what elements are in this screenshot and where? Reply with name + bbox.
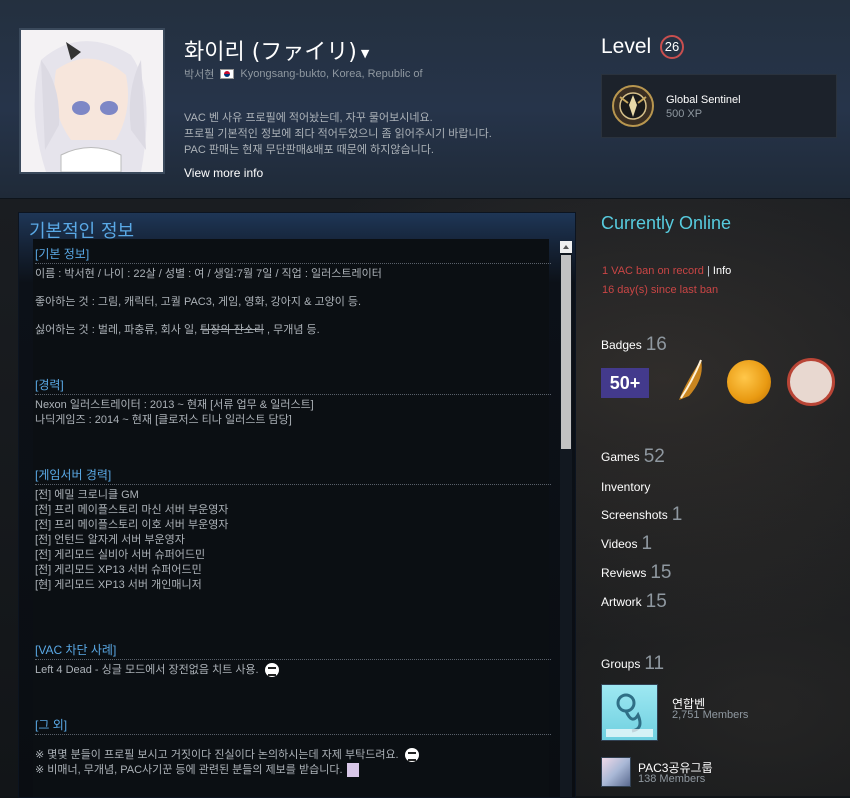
career-line: Nexon 일러스트레이터 : 2013 ~ 현재 [서류 업무 & 일러스트]	[35, 399, 314, 411]
info-showcase: 기본적인 정보 [기본 정보] 이름 : 박서현 / 나이 : 22살 / 성별…	[18, 212, 576, 798]
group-avatar[interactable]	[601, 757, 631, 787]
badges-count: 16	[645, 334, 667, 355]
realname-location: 박서현 Kyongsang-bukto, Korea, Republic of	[184, 66, 423, 82]
artwork-count: 15	[645, 591, 667, 612]
location: Kyongsang-bukto, Korea, Republic of	[240, 68, 423, 80]
note-text: ※ 몇몇 분들이 프로필 보시고 거짓이다 진실이다 논의하시는데 자제 부탁드…	[35, 749, 399, 761]
games-link[interactable]: Games 52	[601, 446, 665, 468]
scrollbar-thumb[interactable]	[561, 255, 571, 449]
badges-link[interactable]: Badges 16	[601, 334, 667, 356]
groups-count: 11	[644, 653, 665, 674]
reviews-link[interactable]: Reviews 15	[601, 562, 672, 584]
reviews-count: 15	[650, 562, 672, 583]
screenshots-link[interactable]: Screenshots 1	[601, 504, 682, 526]
level-badge[interactable]: 26	[660, 35, 684, 59]
korea-flag-icon	[220, 69, 235, 79]
persona-name-text: 화이리 (ファイリ)	[184, 40, 357, 65]
chevron-down-icon[interactable]: ▼	[361, 47, 369, 60]
videos-link[interactable]: Videos 1	[601, 533, 652, 555]
online-status: Currently Online	[601, 213, 732, 233]
scroll-up-arrow-icon[interactable]	[560, 241, 572, 253]
group-members: 2,751 Members	[672, 709, 749, 721]
character-badge-icon[interactable]	[787, 358, 835, 406]
artwork-label: Artwork	[601, 595, 642, 609]
info-line: 이름 : 박서현 / 나이 : 22살 / 성별 : 여 / 생일:7월 7일 …	[35, 268, 382, 280]
vac-ban-since: 16 day(s) since last ban	[602, 284, 719, 296]
favorite-badge-xp: 500 XP	[666, 108, 703, 120]
games-count: 52	[643, 446, 665, 467]
note-text: ※ 비매너, 무개념, PAC사기꾼 등에 관련된 분들의 제보를 받습니다.	[35, 764, 343, 776]
persona-name[interactable]: 화이리 (ファイリ) ▼	[184, 34, 369, 66]
view-more-info-link[interactable]: View more info	[184, 166, 263, 180]
orange-badge-icon[interactable]	[727, 360, 771, 404]
profile-summary: VAC 벤 사유 프로필에 적어놨는데, 자꾸 물어보시네요. 프로필 기본적인…	[184, 110, 564, 158]
screenshots-label: Screenshots	[601, 508, 668, 522]
showcase-scrollbar[interactable]	[560, 241, 572, 797]
real-name: 박서현	[184, 69, 215, 81]
videos-label: Videos	[601, 537, 638, 551]
games-label: Games	[601, 450, 640, 464]
vac-ban-record: 1 VAC ban on record | Info	[602, 265, 731, 277]
dislikes-text: 싫어하는 것 : 벌레, 파충류, 회사 일,	[35, 324, 198, 336]
server-line: [전] 프리 메이플스토리 이호 서버 부운영자	[35, 519, 229, 531]
level-label: Level	[601, 35, 652, 58]
groups-link[interactable]: Groups 11	[601, 653, 664, 675]
global-sentinel-badge-icon	[612, 85, 654, 127]
vac-info-link[interactable]: Info	[713, 265, 731, 277]
server-line: [전] 프리 메이플스토리 마신 서버 부운영자	[35, 504, 229, 516]
group-logo-icon	[606, 693, 653, 737]
summary-line: PAC 판매는 현재 무단판매&배포 때문에 하지않습니다.	[184, 144, 434, 156]
vac-case-text: Left 4 Dead - 싱글 모드에서 장전없음 치트 사용.	[35, 664, 259, 676]
badges-label: Badges	[601, 338, 642, 352]
favorite-badge[interactable]: Global Sentinel 500 XP	[601, 74, 837, 138]
vac-case-line: Left 4 Dead - 싱글 모드에서 장전없음 치트 사용.	[35, 663, 551, 678]
career-line: 나딕게임즈 : 2014 ~ 현재 [클로저스 티나 일러스트 담당]	[35, 414, 292, 426]
section-heading: [그 외]	[35, 718, 551, 735]
server-line: [현] 게리모드 XP13 서버 개인매니저	[35, 579, 202, 591]
server-line: [전] 에밀 크로니클 GM	[35, 489, 139, 501]
profile-header: 화이리 (ファイリ) ▼ 박서현 Kyongsang-bukto, Korea, …	[0, 0, 850, 199]
server-line: [전] 게리모드 XP13 서버 슈퍼어드민	[35, 564, 202, 576]
summary-line: VAC 벤 사유 프로필에 적어놨는데, 자꾸 물어보시네요.	[184, 112, 433, 124]
group-members: 138 Members	[638, 773, 706, 785]
note-line: ※ 몇몇 분들이 프로필 보시고 거짓이다 진실이다 논의하시는데 자제 부탁드…	[35, 748, 551, 763]
section-heading: [VAC 차단 사례]	[35, 643, 551, 660]
emoticon-icon	[264, 663, 279, 678]
showcase-content: [기본 정보] 이름 : 박서현 / 나이 : 22살 / 성별 : 여 / 생…	[35, 247, 551, 778]
feather-badge-icon[interactable]	[675, 358, 707, 402]
info-line: 좋아하는 것 : 그림, 캐릭터, 고퀄 PAC3, 게임, 영화, 강아지 &…	[35, 296, 362, 308]
reviews-label: Reviews	[601, 566, 647, 580]
emoticon-icon	[404, 748, 419, 763]
videos-count: 1	[641, 533, 653, 554]
section-heading: [게임서버 경력]	[35, 468, 551, 485]
badge-50-plus[interactable]: 50+	[601, 368, 649, 398]
artwork-link[interactable]: Artwork 15	[601, 591, 667, 613]
server-line: [전] 게리모드 실비아 서버 슈퍼어드민	[35, 549, 206, 561]
screenshots-count: 1	[671, 504, 683, 525]
favorite-badge-name: Global Sentinel	[666, 94, 741, 106]
note-line: ※ 비매너, 무개념, PAC사기꾼 등에 관련된 분들의 제보를 받습니다.	[35, 763, 551, 778]
info-line: 싫어하는 것 : 벌레, 파충류, 회사 일, 팀장의 잔소리 , 무개념 등.	[35, 323, 551, 338]
struck-text: 팀장의 잔소리	[200, 324, 264, 336]
inventory-link[interactable]: Inventory	[601, 480, 650, 494]
separator: |	[706, 265, 710, 277]
group-avatar[interactable]	[601, 684, 658, 741]
vac-ban-text: 1 VAC ban on record	[602, 265, 704, 277]
section-heading: [기본 정보]	[35, 247, 551, 264]
server-line: [전] 언턴드 알자게 서버 부운영자	[35, 534, 185, 546]
summary-line: 프로필 기본적인 정보에 죄다 적어두었으니 좀 읽어주시기 바랍니다.	[184, 128, 492, 140]
groups-label: Groups	[601, 657, 641, 671]
profile-avatar[interactable]	[19, 28, 165, 174]
emoticon-icon	[346, 763, 359, 778]
dislikes-tail: , 무개념 등.	[267, 324, 320, 336]
section-heading: [경력]	[35, 378, 551, 395]
